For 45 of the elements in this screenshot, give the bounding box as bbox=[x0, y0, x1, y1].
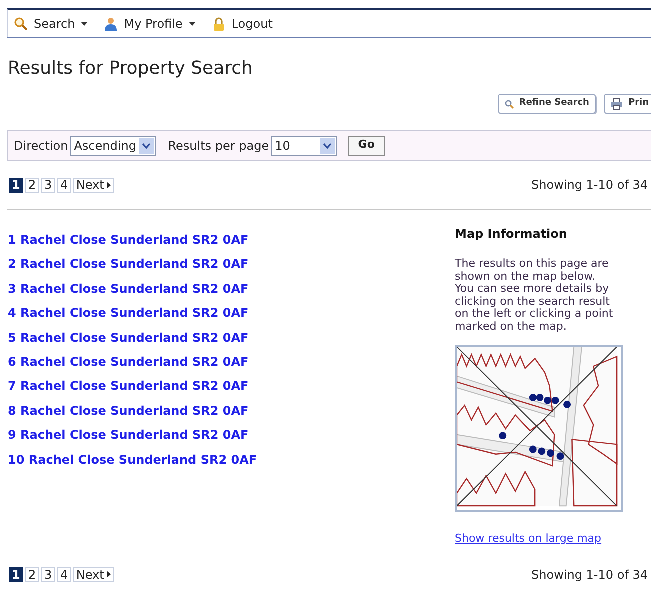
map-description: The results on this page are shown on the map below. You can see more details by clicking on the search result on the left or clicking a point marked on the map. bbox=[455, 258, 614, 333]
direction-label: Direction bbox=[14, 138, 68, 154]
page-link[interactable]: 3 bbox=[41, 178, 56, 192]
printer-icon bbox=[611, 98, 624, 110]
search-icon bbox=[505, 100, 514, 108]
results-count: Showing 1-10 of 34 bbox=[532, 177, 648, 194]
results-per-page-label: Results per page bbox=[168, 138, 270, 154]
caret-icon bbox=[81, 22, 88, 26]
refine-search-button[interactable]: Refine Search bbox=[498, 94, 596, 114]
page-link[interactable]: 1 bbox=[9, 178, 24, 192]
lock-icon bbox=[212, 16, 226, 30]
search-icon bbox=[14, 16, 28, 30]
map-information-heading: Map Information bbox=[455, 227, 568, 242]
page-title: Results for Property Search bbox=[8, 58, 254, 80]
result-link[interactable]: 5 Rachel Close Sunderland SR2 0AF bbox=[8, 330, 249, 346]
person-icon bbox=[104, 16, 118, 30]
results-count: Showing 1-10 of 34 bbox=[532, 566, 648, 584]
next-page-link[interactable]: Next bbox=[73, 567, 114, 582]
next-page-link[interactable]: Next bbox=[73, 178, 114, 192]
result-link[interactable]: 6 Rachel Close Sunderland SR2 0AF bbox=[8, 354, 249, 370]
page-link[interactable]: 2 bbox=[25, 567, 40, 582]
result-link[interactable]: 8 Rachel Close Sunderland SR2 0AF bbox=[8, 402, 249, 420]
result-link[interactable]: 4 Rachel Close Sunderland SR2 0AF bbox=[8, 305, 249, 322]
right-arrow-icon bbox=[107, 571, 112, 578]
result-link[interactable]: 9 Rachel Close Sunderland SR2 0AF bbox=[8, 427, 249, 444]
nav-menu-item[interactable]: Logout bbox=[212, 14, 273, 32]
direction-dropdown[interactable]: Ascending bbox=[70, 136, 156, 156]
result-link[interactable]: 2 Rachel Close Sunderland SR2 0AF bbox=[8, 256, 249, 273]
result-link[interactable]: 7 Rachel Close Sunderland SR2 0AF bbox=[8, 378, 249, 395]
large-map-link[interactable]: Show results on large map bbox=[455, 531, 602, 548]
page-link[interactable]: 3 bbox=[41, 567, 56, 582]
right-arrow-icon bbox=[107, 182, 112, 188]
page-link[interactable]: 1 bbox=[9, 567, 24, 582]
results-per-page-dropdown[interactable]: 10 bbox=[271, 136, 338, 156]
nav-menu-item[interactable]: Search bbox=[14, 14, 88, 32]
caret-icon bbox=[188, 22, 196, 26]
page-link[interactable]: 2 bbox=[25, 178, 40, 192]
page-link[interactable]: 4 bbox=[57, 567, 72, 582]
go-button[interactable]: Go bbox=[348, 136, 386, 156]
nav-menu-item[interactable]: My Profile bbox=[104, 14, 196, 32]
page-link[interactable]: 4 bbox=[57, 178, 72, 192]
result-link[interactable]: 1 Rachel Close Sunderland SR2 0AF bbox=[8, 232, 249, 248]
print-button[interactable]: Prin bbox=[604, 94, 651, 114]
result-link[interactable]: 10 Rachel Close Sunderland SR2 0AF bbox=[8, 452, 258, 468]
result-link[interactable]: 3 Rachel Close Sunderland SR2 0AF bbox=[8, 280, 249, 298]
